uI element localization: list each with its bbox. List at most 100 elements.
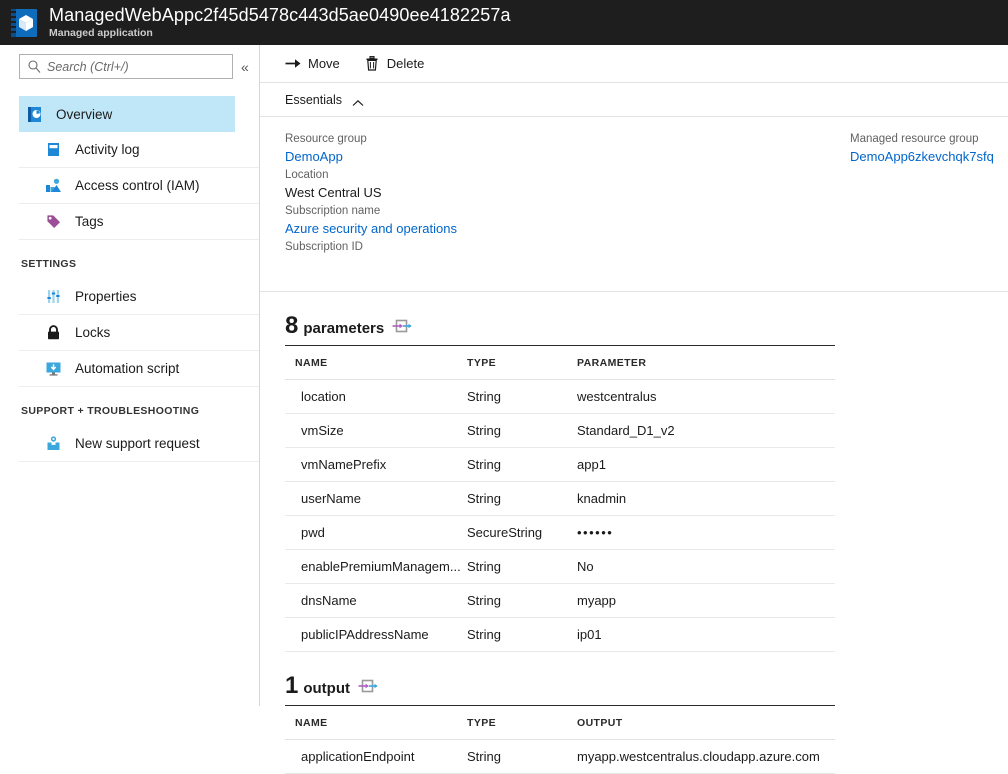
activity-log-icon — [45, 141, 62, 158]
title-bar: ManagedWebAppc2f45d5478c443d5ae0490ee418… — [0, 0, 1008, 45]
cube-glyph — [19, 15, 33, 31]
sidebar-item-label: Tags — [75, 214, 104, 229]
main-shell: Search (Ctrl+/) « Overview — [0, 45, 1008, 706]
column-header-type: TYPE — [467, 706, 577, 740]
tag-icon — [45, 213, 62, 230]
move-label: Move — [308, 56, 340, 71]
chevron-up-icon[interactable] — [352, 95, 362, 105]
parameters-word: parameters — [303, 321, 384, 336]
parameter-value: •••••• — [577, 516, 835, 550]
search-input[interactable]: Search (Ctrl+/) — [19, 54, 233, 79]
output-name: applicationEndpoint — [285, 740, 467, 774]
parameter-type: String — [467, 584, 577, 618]
managed-resource-group-value[interactable]: DemoApp6zkevchqk7sfq — [850, 147, 1008, 166]
sidebar-search-row: Search (Ctrl+/) « — [0, 45, 259, 79]
sidebar-item-label: Locks — [75, 325, 110, 340]
collapse-sidebar-button[interactable]: « — [241, 60, 249, 74]
subscription-id-value — [285, 255, 850, 274]
column-header-name: NAME — [285, 346, 467, 380]
parameters-io-icon — [358, 679, 378, 694]
content-area: Move Delete Essentials — [260, 45, 1008, 706]
output-heading: 1 output — [285, 674, 1008, 698]
parameter-type: String — [467, 618, 577, 652]
parameter-type: String — [467, 448, 577, 482]
delete-label: Delete — [387, 56, 425, 71]
parameter-name: dnsName — [285, 584, 467, 618]
command-bar: Move Delete — [260, 45, 1008, 83]
sidebar-item-overview[interactable]: Overview — [19, 96, 235, 132]
output-value: myapp.westcentralus.cloudapp.azure.com — [577, 740, 835, 774]
sidebar-item-tags[interactable]: Tags — [19, 204, 259, 240]
essentials-label: Essentials — [285, 93, 342, 107]
sidebar-item-activity-log[interactable]: Activity log — [19, 132, 259, 168]
parameter-value: Standard_D1_v2 — [577, 414, 835, 448]
access-control-icon — [45, 177, 62, 194]
sidebar-item-label: Automation script — [75, 361, 179, 376]
parameter-type: SecureString — [467, 516, 577, 550]
column-header-name: NAME — [285, 706, 467, 740]
subscription-id-label: Subscription ID — [285, 239, 850, 255]
column-header-output: OUTPUT — [577, 706, 835, 740]
parameters-count: 8 — [285, 314, 298, 338]
sidebar-item-properties[interactable]: Properties — [19, 279, 259, 315]
resource-group-label: Resource group — [285, 131, 850, 147]
parameter-value: No — [577, 550, 835, 584]
parameter-value: myapp — [577, 584, 835, 618]
essentials-panel: Resource group DemoApp Location West Cen… — [260, 117, 1008, 292]
essentials-toggle-bar[interactable]: Essentials — [260, 83, 1008, 117]
sidebar-section-heading-settings: SETTINGS — [0, 240, 259, 279]
parameter-type: String — [467, 550, 577, 584]
sidebar-item-label: Activity log — [75, 142, 140, 157]
page-subtitle: Managed application — [49, 28, 511, 39]
subscription-name-value[interactable]: Azure security and operations — [285, 219, 850, 238]
managed-resource-group-label: Managed resource group — [850, 131, 1008, 147]
table-header-row: NAME TYPE PARAMETER — [285, 346, 835, 380]
output-table: NAME TYPE OUTPUT applicationEndpoint Str… — [285, 705, 835, 774]
trash-icon — [364, 56, 380, 72]
column-header-parameter: PARAMETER — [577, 346, 835, 380]
sidebar-item-new-support-request[interactable]: New support request — [19, 426, 259, 462]
delete-button[interactable]: Delete — [364, 56, 425, 72]
parameter-type: String — [467, 414, 577, 448]
search-icon — [28, 60, 41, 73]
arrow-right-icon — [285, 56, 301, 72]
parameter-value: knadmin — [577, 482, 835, 516]
sidebar-item-label: Access control (IAM) — [75, 178, 200, 193]
move-button[interactable]: Move — [285, 56, 340, 72]
support-request-icon — [45, 435, 62, 452]
parameter-name: vmNamePrefix — [285, 448, 467, 482]
sidebar-item-label: New support request — [75, 436, 200, 451]
lock-icon — [45, 324, 62, 341]
parameters-io-icon — [392, 319, 412, 334]
column-header-type: TYPE — [467, 346, 577, 380]
subscription-name-label: Subscription name — [285, 203, 850, 219]
output-section: 1 output NAME TYPE — [260, 652, 1008, 774]
sliders-icon — [45, 288, 62, 305]
sidebar-nav-list: Overview Activity log — [0, 96, 259, 462]
table-row: userName String knadmin — [285, 482, 835, 516]
parameter-name: userName — [285, 482, 467, 516]
parameter-value: ip01 — [577, 618, 835, 652]
parameter-name: vmSize — [285, 414, 467, 448]
sidebar-item-locks[interactable]: Locks — [19, 315, 259, 351]
table-row: dnsName String myapp — [285, 584, 835, 618]
table-row: vmSize String Standard_D1_v2 — [285, 414, 835, 448]
parameters-section: 8 parameters NAME TYPE — [260, 292, 1008, 652]
resource-group-value[interactable]: DemoApp — [285, 147, 850, 166]
parameter-type: String — [467, 380, 577, 414]
table-row: enablePremiumManagem... String No — [285, 550, 835, 584]
sidebar-item-label: Overview — [56, 107, 112, 122]
sidebar: Search (Ctrl+/) « Overview — [0, 45, 260, 706]
location-label: Location — [285, 167, 850, 183]
parameter-type: String — [467, 482, 577, 516]
sidebar-item-access-control[interactable]: Access control (IAM) — [19, 168, 259, 204]
managed-application-icon — [9, 8, 39, 38]
search-placeholder: Search (Ctrl+/) — [47, 60, 129, 74]
essentials-left-column: Resource group DemoApp Location West Cen… — [260, 131, 850, 275]
parameter-value: app1 — [577, 448, 835, 482]
sidebar-section-heading-support: SUPPORT + TROUBLESHOOTING — [0, 387, 259, 426]
sidebar-item-automation-script[interactable]: Automation script — [19, 351, 259, 387]
table-row: vmNamePrefix String app1 — [285, 448, 835, 482]
table-row: pwd SecureString •••••• — [285, 516, 835, 550]
parameter-value: westcentralus — [577, 380, 835, 414]
